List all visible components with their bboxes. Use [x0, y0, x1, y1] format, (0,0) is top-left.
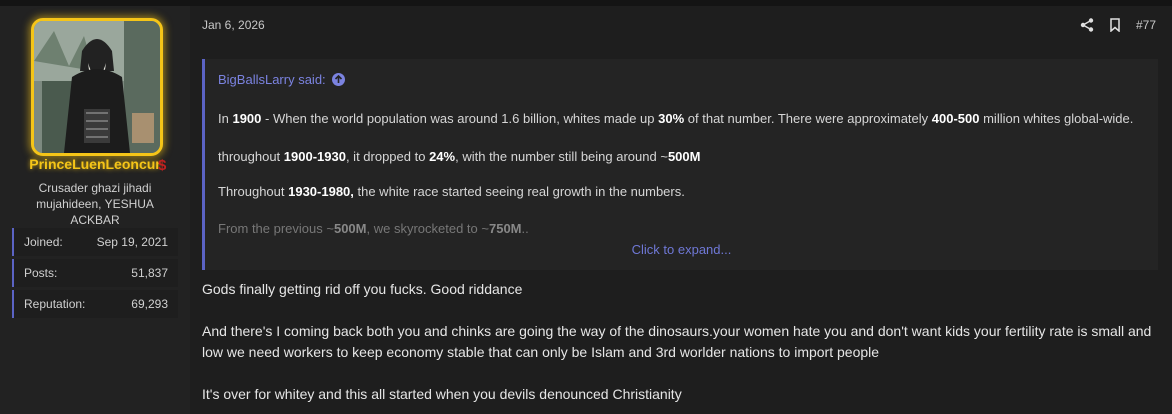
share-icon[interactable] — [1080, 18, 1094, 32]
text: , with the number still being around ~ — [455, 149, 668, 164]
stat-value: Sep 19, 2021 — [96, 235, 168, 249]
text: - When the world population was around 1… — [261, 111, 659, 126]
avatar[interactable] — [31, 18, 163, 156]
text: million whites global-wide. — [979, 111, 1134, 126]
bold-text: 500M — [333, 221, 367, 236]
text: , we skyrocketed to ~ — [366, 221, 489, 236]
quote-block: BigBallsLarry said: In 1900 - When the w… — [202, 59, 1158, 270]
bold-text: 1900 — [232, 111, 262, 126]
stat-label: Joined: — [24, 235, 63, 249]
stat-value: 69,293 — [131, 297, 168, 311]
text: Throughout — [218, 184, 289, 199]
message-paragraph-3: It's over for whitey and this all starte… — [202, 386, 682, 402]
stat-reputation: Reputation: 69,293 — [12, 290, 178, 318]
post-date[interactable]: Jan 6, 2026 — [202, 18, 265, 32]
message-paragraph-1: Gods finally getting rid off you fucks. … — [202, 281, 523, 297]
user-panel: PrinceLuenLeoncur $ Crusader ghazi jihad… — [0, 6, 190, 414]
bold-text: 1930-1980, — [288, 184, 354, 199]
quote-paragraph-1: In 1900 - When the world population was … — [218, 111, 1133, 126]
text: of that number. There were approximately — [684, 111, 932, 126]
bold-text: 400-500 — [931, 111, 980, 126]
stat-label: Posts: — [24, 266, 58, 280]
bold-text: 30% — [658, 111, 685, 126]
post-number-link[interactable]: #77 — [1136, 18, 1156, 32]
text: In — [218, 111, 233, 126]
quote-paragraph-2: throughout 1900-1930, it dropped to 24%,… — [218, 149, 700, 164]
jump-to-quote-icon[interactable] — [331, 73, 345, 86]
quote-paragraph-3: Throughout 1930-1980, the white race sta… — [218, 184, 685, 199]
bold-text: 750M — [488, 221, 522, 236]
bold-text: 1900-1930 — [283, 149, 346, 164]
quote-author[interactable]: BigBallsLarry said: — [218, 72, 326, 87]
quote-paragraph-4: From the previous ~500M, we skyrocketed … — [218, 221, 529, 236]
stat-joined: Joined: Sep 19, 2021 — [12, 228, 178, 256]
post-actions: #77 — [1080, 16, 1156, 34]
text: From the previous ~ — [218, 221, 334, 236]
quote-header[interactable]: BigBallsLarry said: — [218, 72, 345, 87]
message-paragraph-2: And there's I coming back both you and c… — [202, 323, 1152, 360]
dollar-badge-icon: $ — [158, 157, 167, 174]
user-title: Crusader ghazi jihadi mujahideen, YESHUA… — [36, 181, 154, 227]
bold-text: 500M — [667, 149, 701, 164]
text: the white race started seeing real growt… — [353, 184, 685, 199]
stat-posts: Posts: 51,837 — [12, 259, 178, 287]
click-to-expand-link[interactable]: Click to expand... — [205, 242, 1158, 257]
bold-text: 24% — [429, 149, 456, 164]
stat-value: 51,837 — [131, 266, 168, 280]
stat-label: Reputation: — [24, 297, 86, 311]
text: .. — [521, 221, 529, 236]
text: throughout — [218, 149, 284, 164]
bookmark-icon[interactable] — [1108, 18, 1122, 33]
text: , it dropped to — [345, 149, 430, 164]
